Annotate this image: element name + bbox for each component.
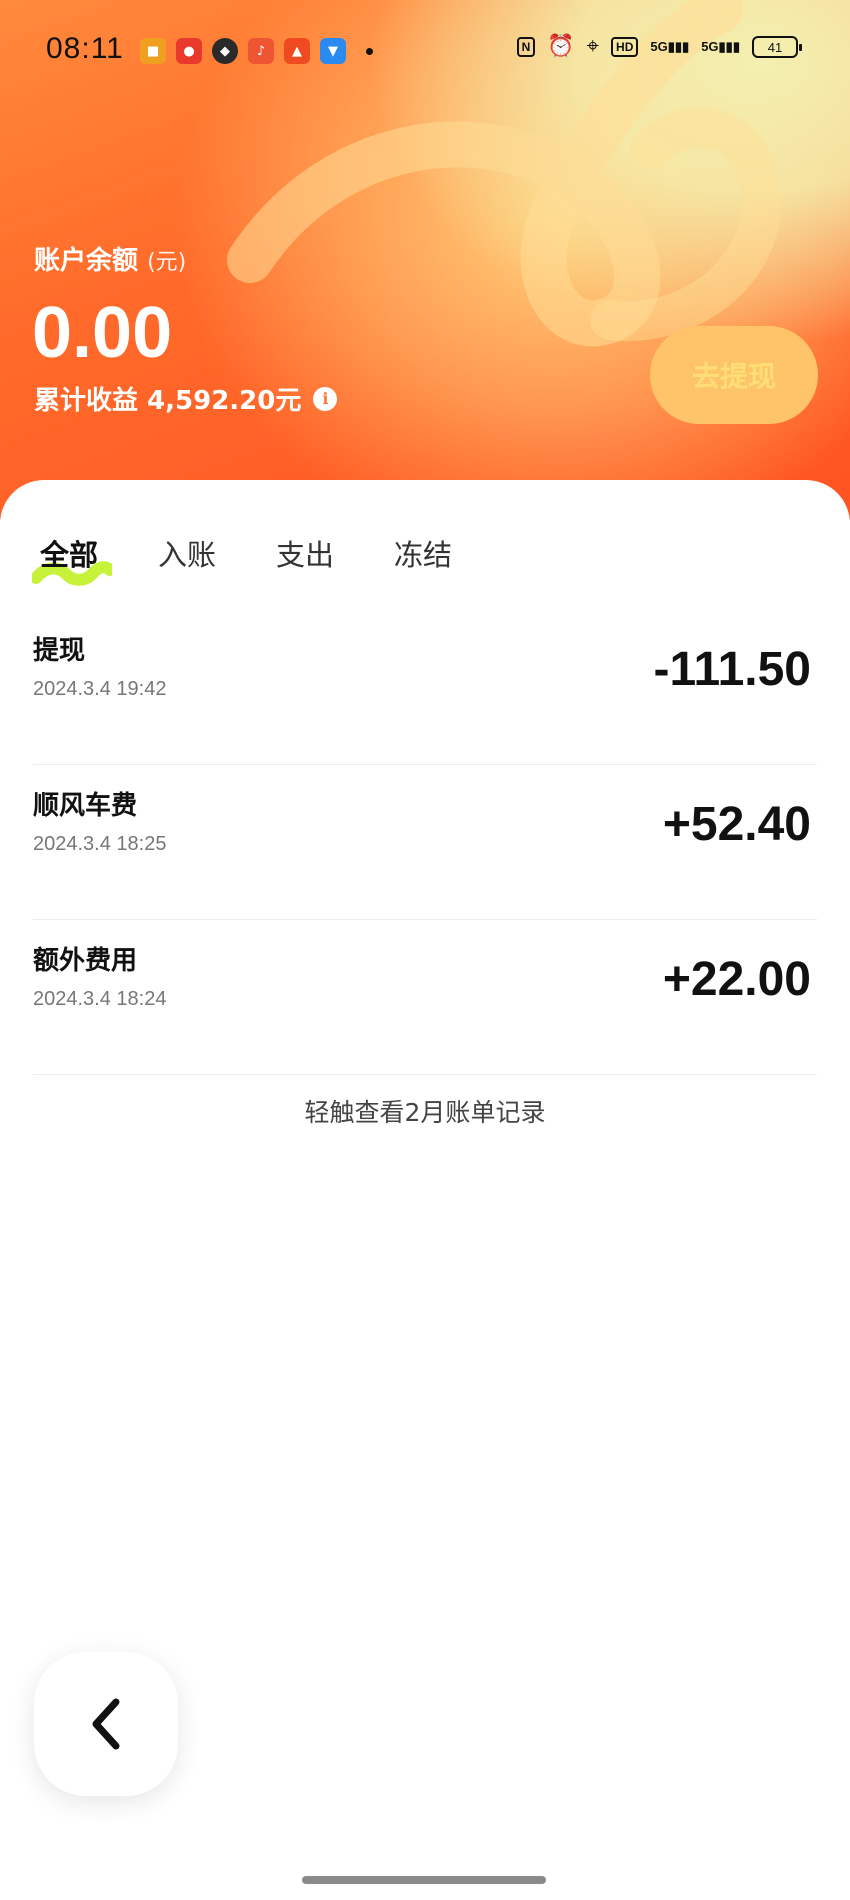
hd-icon: HD <box>611 37 639 57</box>
balance-label: 账户余额 (元) <box>34 246 187 276</box>
transaction-row[interactable]: 顺风车费 2024.3.4 18:25 +52.40 <box>33 765 817 920</box>
withdraw-button[interactable]: 去提现 <box>650 326 818 424</box>
status-icons: N ⏰ ⌖ HD 5G▮▮▮ 5G▮▮▮ 41 <box>516 34 802 59</box>
transaction-title: 顺风车费 <box>33 791 138 821</box>
battery-level: 41 <box>767 39 783 55</box>
transaction-time: 2024.3.4 18:25 <box>33 833 167 855</box>
transaction-amount: +52.40 <box>662 798 811 851</box>
header-banner: 08:11 ■ ● ◆ ♪ ▲ ▼ N ⏰ ⌖ HD 5G▮▮▮ 5G▮▮▮ 4… <box>0 0 850 520</box>
battery-icon: 41 <box>752 36 802 58</box>
balance-unit: (元) <box>147 250 187 275</box>
notification-icons: ■ ● ◆ ♪ ▲ ▼ <box>140 38 373 64</box>
transaction-time: 2024.3.4 18:24 <box>33 988 167 1010</box>
transaction-amount: -111.50 <box>653 643 812 696</box>
app-notification-icon: ♪ <box>248 38 274 64</box>
view-previous-month-link[interactable]: 轻触查看2月账单记录 <box>0 1093 850 1129</box>
tab-expense[interactable]: 支出 <box>276 532 334 574</box>
status-bar: 08:11 ■ ● ◆ ♪ ▲ ▼ N ⏰ ⌖ HD 5G▮▮▮ 5G▮▮▮ 4… <box>0 0 850 100</box>
app-notification-icon: ▼ <box>320 38 346 64</box>
transaction-list: 提现 2024.3.4 19:42 -111.50 顺风车费 2024.3.4 … <box>33 610 817 1075</box>
filter-tabs: 全部 入账 支出 冻结 <box>32 532 452 586</box>
app-notification-icon: ▲ <box>284 38 310 64</box>
transaction-time: 2024.3.4 19:42 <box>33 678 167 700</box>
transaction-row[interactable]: 额外费用 2024.3.4 18:24 +22.00 <box>33 920 817 1075</box>
signal-5g-icon: 5G▮▮▮ <box>701 39 740 54</box>
signal-5g-icon: 5G▮▮▮ <box>650 39 690 54</box>
home-indicator[interactable] <box>302 1876 546 1884</box>
alarm-icon: ⏰ <box>547 34 575 59</box>
more-notifications-dot <box>366 47 373 55</box>
tab-frozen[interactable]: 冻结 <box>394 532 452 574</box>
balance-amount: 0.00 <box>32 293 173 373</box>
transaction-title: 提现 <box>33 636 86 666</box>
back-button[interactable] <box>34 1652 178 1796</box>
transaction-row[interactable]: 提现 2024.3.4 19:42 -111.50 <box>33 610 817 765</box>
chevron-left-icon <box>92 1698 120 1750</box>
transaction-amount: +22.00 <box>662 953 811 1006</box>
cumulative-earnings: 累计收益 4,592.20元 i <box>34 380 338 417</box>
earnings-text: 累计收益 4,592.20元 <box>34 386 302 416</box>
tab-income[interactable]: 入账 <box>158 532 216 574</box>
info-icon[interactable]: i <box>313 386 338 411</box>
status-time: 08:11 <box>46 32 124 65</box>
location-icon: ⌖ <box>586 34 600 59</box>
app-notification-icon: ● <box>176 38 202 64</box>
app-notification-icon: ■ <box>140 38 166 64</box>
transaction-title: 额外费用 <box>33 946 138 976</box>
tab-all[interactable]: 全部 <box>32 532 112 586</box>
app-notification-icon: ◆ <box>212 38 238 64</box>
nfc-icon: N <box>516 37 536 57</box>
